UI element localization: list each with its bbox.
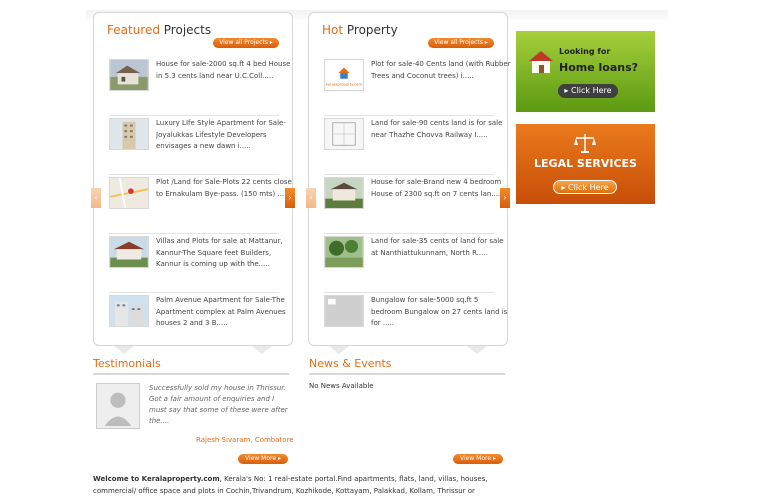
apartment-thumbnail[interactable] [109, 118, 149, 150]
hot-prev-arrow[interactable]: ‹ [306, 188, 316, 208]
loans-line1: Looking for [559, 47, 611, 56]
item-description[interactable]: Land for sale-35 cents of land for sale … [371, 236, 511, 259]
welcome-text: Welcome to Keralaproperty.com, Kerala's … [93, 475, 488, 495]
list-item[interactable]: Luxury LIfe Style Apartment for Sale-Joy… [109, 116, 286, 175]
loans-line2: Home loans? [559, 61, 639, 74]
featured-next-arrow[interactable]: › [285, 188, 295, 208]
news-empty-text: No News Available [309, 382, 374, 390]
hot-property-title: Hot Property [322, 23, 398, 37]
panel-foot-decoration [467, 346, 487, 354]
scale-icon [574, 134, 596, 153]
item-description[interactable]: Bungalow for sale-5000 sq.ft 5 bedroom B… [371, 295, 511, 330]
placeholder-thumbnail[interactable] [324, 295, 364, 327]
house-thumbnail[interactable] [109, 59, 149, 91]
testimonial-author[interactable]: Rajesh Sivaram, Combatore [196, 436, 294, 444]
apartment-thumbnail[interactable] [109, 295, 149, 327]
hot-next-arrow[interactable]: › [500, 188, 510, 208]
featured-list: House for sale-2000 sq.ft 4 bed House in… [109, 57, 292, 352]
news-events-title: News & Events [309, 357, 392, 370]
list-item[interactable]: Land for sale-35 cents of land for sale … [324, 234, 504, 293]
item-description[interactable]: Palm Avenue Apartment for Sale-The Apart… [156, 295, 296, 330]
view-all-featured-button[interactable]: View all Projects ▸ [213, 38, 279, 48]
house-thumbnail[interactable] [324, 177, 364, 209]
panel-foot-decoration [252, 346, 272, 354]
house-icon [529, 51, 553, 73]
plan-thumbnail[interactable] [324, 118, 364, 150]
item-description[interactable]: Villas and Plots for sale at Mattanur, K… [156, 236, 296, 271]
list-item[interactable]: Plot /Land for Sale-Plots 22 cents close… [109, 175, 292, 234]
testimonial-quote: Successfully sold my house in Thrissur. … [149, 384, 288, 425]
news-divider [309, 373, 505, 375]
item-description[interactable]: Land for sale-90 cents land is for sale … [371, 118, 511, 141]
featured-prev-arrow[interactable]: ‹ [91, 188, 101, 208]
land-thumbnail[interactable] [324, 236, 364, 268]
view-all-hot-button[interactable]: View all Projects ▸ [428, 38, 494, 48]
map-thumbnail[interactable] [109, 177, 149, 209]
logo-thumbnail[interactable]: keralaproperty.com [324, 59, 364, 91]
panel-foot-decoration [114, 346, 134, 354]
avatar [96, 383, 140, 429]
list-item[interactable]: keralaproperty.com Plot for sale-40 Cent… [324, 57, 511, 116]
hot-property-panel: Hot Property View all Projects ▸ keralap… [306, 12, 511, 354]
legal-services-ad[interactable]: LEGAL SERVICES ▸ Click Here [516, 124, 655, 204]
item-description[interactable]: Luxury LIfe Style Apartment for Sale-Joy… [156, 118, 296, 153]
legal-services-title: LEGAL SERVICES [534, 157, 637, 170]
list-item[interactable]: Palm Avenue Apartment for Sale-The Apart… [109, 293, 286, 352]
featured-projects-panel: Featured Projects View all Projects ▸ Ho… [91, 12, 295, 354]
item-description[interactable]: House for sale-Brand new 4 bedroom House… [371, 177, 511, 200]
panel-foot-decoration [329, 346, 349, 354]
featured-projects-title: Featured Projects [107, 23, 212, 37]
loans-click-here-button[interactable]: ▸ Click Here [558, 84, 618, 98]
svg-text:keralaproperty.com: keralaproperty.com [326, 82, 363, 86]
villa-thumbnail[interactable] [109, 236, 149, 268]
list-item[interactable]: House for sale-2000 sq.ft 4 bed House in… [109, 57, 290, 116]
list-item[interactable]: Bungalow for sale-5000 sq.ft 5 bedroom B… [324, 293, 507, 352]
hot-list: keralaproperty.com Plot for sale-40 Cent… [324, 57, 511, 352]
legal-click-here-button[interactable]: ▸ Click Here [553, 180, 617, 194]
testimonials-divider [93, 373, 289, 375]
item-description[interactable]: Plot for sale-40 Cents land (with Rubber… [371, 59, 511, 82]
list-item[interactable]: House for sale-Brand new 4 bedroom House… [324, 175, 502, 234]
home-loans-ad[interactable]: Looking for Home loans? ▸ Click Here [516, 31, 655, 112]
item-description[interactable]: House for sale-2000 sq.ft 4 bed House in… [156, 59, 296, 82]
list-item[interactable]: Land for sale-90 cents land is for sale … [324, 116, 502, 175]
list-item[interactable]: Villas and Plots for sale at Mattanur, K… [109, 234, 283, 293]
testimonials-title: Testimonials [93, 357, 161, 370]
testimonials-view-more-button[interactable]: View More ▸ [238, 454, 288, 464]
item-description[interactable]: Plot /Land for Sale-Plots 22 cents close… [156, 177, 296, 200]
news-view-more-button[interactable]: View More ▸ [453, 454, 503, 464]
